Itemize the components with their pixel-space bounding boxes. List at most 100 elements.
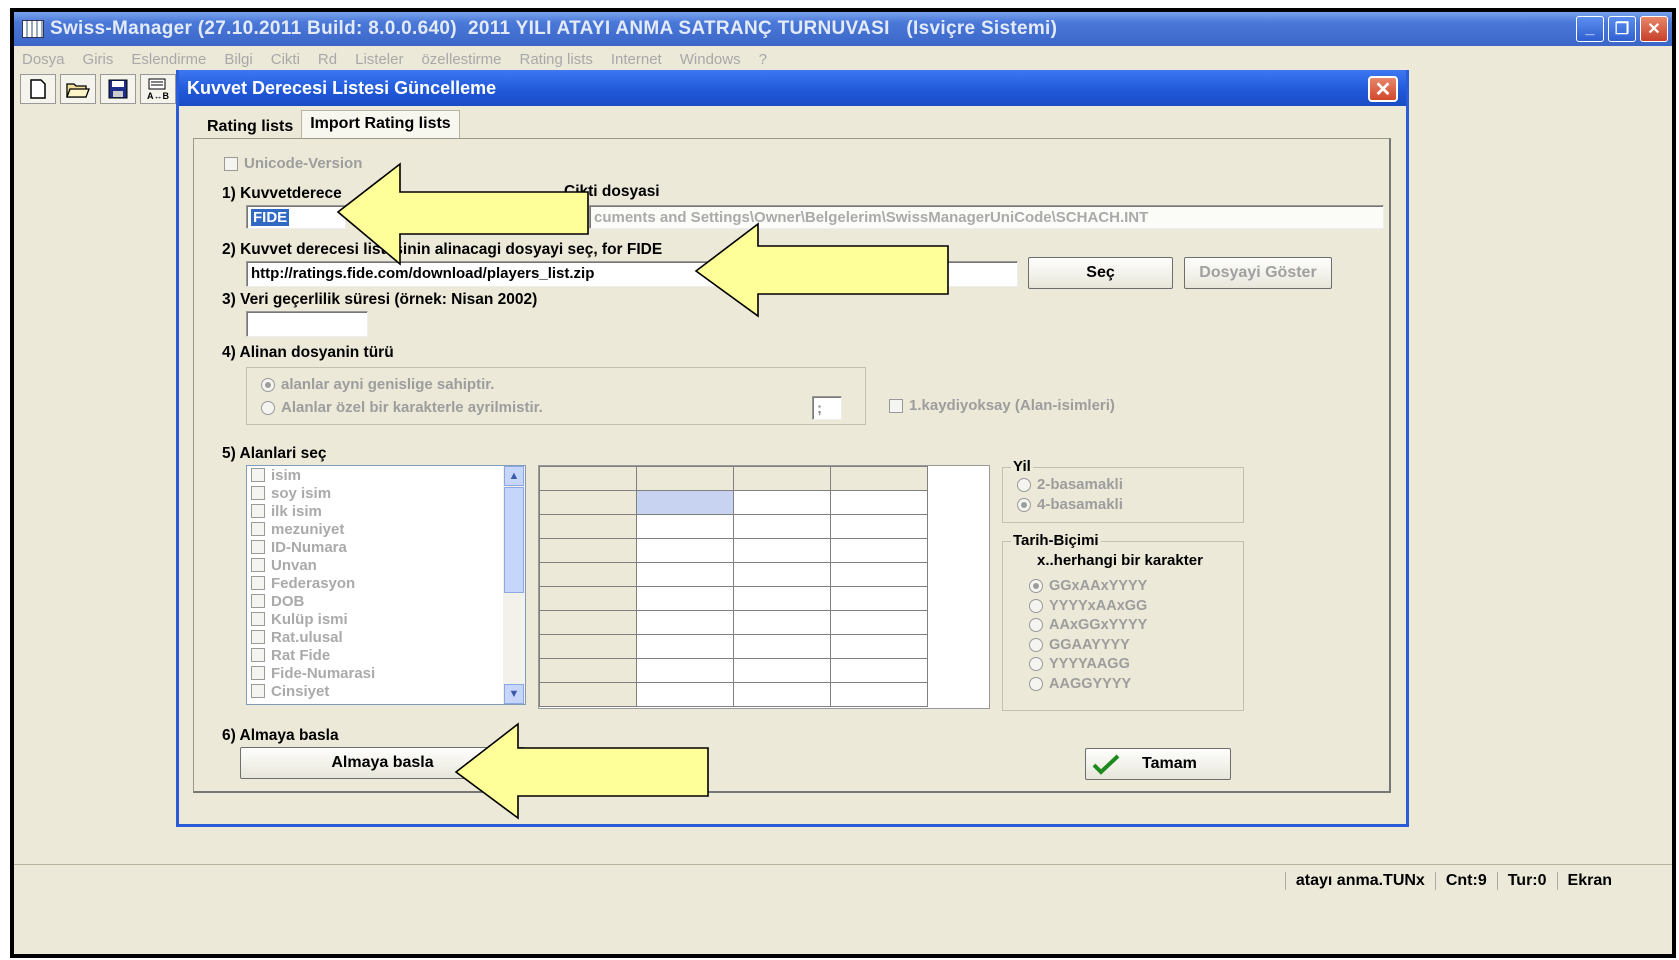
option-delimited[interactable]: Alanlar özel bir karakterle ayrilmistir. — [261, 399, 543, 416]
grid-cell[interactable] — [539, 586, 637, 611]
tab-import-rating-lists[interactable]: Import Rating lists — [301, 110, 460, 140]
unicode-checkbox[interactable] — [224, 157, 238, 172]
grid-cell[interactable] — [539, 466, 637, 491]
field-checkbox[interactable] — [251, 594, 265, 608]
menu-windows[interactable]: Windows — [680, 51, 741, 68]
grid-cell[interactable] — [830, 562, 928, 587]
field-list-item[interactable]: Federasyon — [247, 574, 503, 592]
grid-cell[interactable] — [636, 562, 734, 587]
field-checkbox[interactable] — [251, 666, 265, 680]
grid-cell[interactable] — [636, 514, 734, 539]
field-list-item[interactable]: isim — [247, 466, 503, 484]
grid-cell[interactable] — [539, 634, 637, 659]
save-disk-icon[interactable] — [100, 74, 136, 104]
ok-button[interactable]: Tamam — [1085, 748, 1231, 780]
grid-cell[interactable] — [539, 490, 637, 515]
new-file-icon[interactable] — [20, 74, 56, 104]
grid-cell[interactable] — [636, 466, 734, 491]
radio-year-2digit[interactable] — [1017, 478, 1031, 493]
grid-cell[interactable] — [830, 682, 928, 707]
field-mapping-grid[interactable] — [538, 465, 990, 709]
field-list-item[interactable]: Kulüp ismi — [247, 610, 503, 628]
date-format-option[interactable]: YYYYxAAxGG — [1029, 598, 1147, 618]
field-checkbox[interactable] — [251, 648, 265, 662]
grid-cell[interactable] — [830, 634, 928, 659]
field-listbox[interactable]: isim soy isim ilk isim mezuniyet ID-Numara Un… — [246, 465, 526, 705]
dialog-close-button[interactable]: ✕ — [1368, 76, 1398, 102]
field-list-item[interactable]: ID-Numara — [247, 538, 503, 556]
grid-cell[interactable] — [539, 514, 637, 539]
delimiter-input[interactable]: ; — [812, 396, 842, 420]
menu-internet[interactable]: Internet — [611, 51, 662, 68]
field-list-item[interactable]: ilk isim — [247, 502, 503, 520]
grid-cell[interactable] — [733, 586, 831, 611]
scroll-down-icon[interactable]: ▼ — [504, 684, 524, 704]
field-checkbox[interactable] — [251, 576, 265, 590]
menu-rating-lists[interactable]: Rating lists — [520, 51, 593, 68]
radio-delimited[interactable] — [261, 401, 275, 416]
select-file-button[interactable]: Seç — [1028, 257, 1173, 289]
grid-cell[interactable] — [733, 466, 831, 491]
date-format-option[interactable]: AAxGGxYYYY — [1029, 617, 1147, 637]
field-list-item[interactable]: mezuniyet — [247, 520, 503, 538]
menu-help[interactable]: ? — [759, 51, 767, 68]
field-checkbox[interactable] — [251, 522, 265, 536]
grid-cell[interactable] — [636, 538, 734, 563]
grid-cell[interactable] — [830, 466, 928, 491]
app-close-button[interactable]: ✕ — [1640, 16, 1668, 42]
ignore-first-row[interactable]: 1.kaydiyoksay (Alan-isimleri) — [889, 397, 1115, 414]
grid-cell[interactable] — [539, 538, 637, 563]
field-checkbox[interactable] — [251, 486, 265, 500]
grid-cell[interactable] — [636, 610, 734, 635]
grid-cell[interactable] — [830, 658, 928, 683]
date-format-radio[interactable] — [1029, 598, 1043, 613]
minimize-button[interactable]: _ — [1576, 16, 1604, 42]
field-checkbox[interactable] — [251, 504, 265, 518]
grid-cell[interactable] — [636, 586, 734, 611]
field-list-item[interactable]: Rat.ulusal — [247, 628, 503, 646]
field-checkbox[interactable] — [251, 558, 265, 572]
grid-cell[interactable] — [733, 562, 831, 587]
grid-cell[interactable] — [830, 586, 928, 611]
grid-cell[interactable] — [733, 490, 831, 515]
menu-bilgi[interactable]: Bilgi — [224, 51, 252, 68]
year-2digit-option[interactable]: 2-basamakli — [1017, 476, 1123, 493]
field-checkbox[interactable] — [251, 684, 265, 698]
radio-year-4digit[interactable] — [1017, 498, 1031, 513]
radio-fixed-width[interactable] — [261, 378, 275, 393]
grid-cell[interactable] — [830, 514, 928, 539]
field-checkbox[interactable] — [251, 468, 265, 482]
field-list-item[interactable]: Cinsiyet — [247, 682, 503, 700]
menu-rd[interactable]: Rd — [318, 51, 337, 68]
validity-date-input[interactable] — [246, 311, 368, 337]
date-format-radio[interactable] — [1029, 579, 1043, 594]
ignore-first-checkbox[interactable] — [889, 399, 903, 414]
grid-cell[interactable] — [733, 538, 831, 563]
grid-cell[interactable] — [830, 490, 928, 515]
field-list-item[interactable]: Unvan — [247, 556, 503, 574]
restore-button[interactable]: ❐ — [1608, 16, 1636, 42]
field-list-item[interactable]: Fide-Numarasi — [247, 664, 503, 682]
date-format-radio[interactable] — [1029, 657, 1043, 672]
grid-cell[interactable] — [636, 658, 734, 683]
grid-cell[interactable] — [539, 658, 637, 683]
field-checkbox[interactable] — [251, 540, 265, 554]
menu-dosya[interactable]: Dosya — [22, 51, 65, 68]
date-format-option[interactable]: YYYYAAGG — [1029, 656, 1147, 676]
pairing-icon[interactable]: A↔B — [140, 74, 176, 104]
field-list-item[interactable]: DOB — [247, 592, 503, 610]
scroll-up-icon[interactable]: ▲ — [504, 466, 524, 486]
grid-cell[interactable] — [539, 610, 637, 635]
date-format-radio[interactable] — [1029, 676, 1043, 691]
grid-cell[interactable] — [539, 682, 637, 707]
date-format-option[interactable]: AAGGYYYY — [1029, 676, 1147, 696]
field-checkbox[interactable] — [251, 630, 265, 644]
field-list-scrollbar[interactable]: ▲ ▼ — [503, 466, 525, 704]
field-list-item[interactable]: soy isim — [247, 484, 503, 502]
date-format-option[interactable]: GGAAYYYY — [1029, 637, 1147, 657]
menu-giris[interactable]: Giris — [83, 51, 114, 68]
field-checkbox[interactable] — [251, 612, 265, 626]
menu-listeler[interactable]: Listeler — [355, 51, 403, 68]
grid-cell[interactable] — [733, 658, 831, 683]
grid-cell[interactable] — [733, 610, 831, 635]
